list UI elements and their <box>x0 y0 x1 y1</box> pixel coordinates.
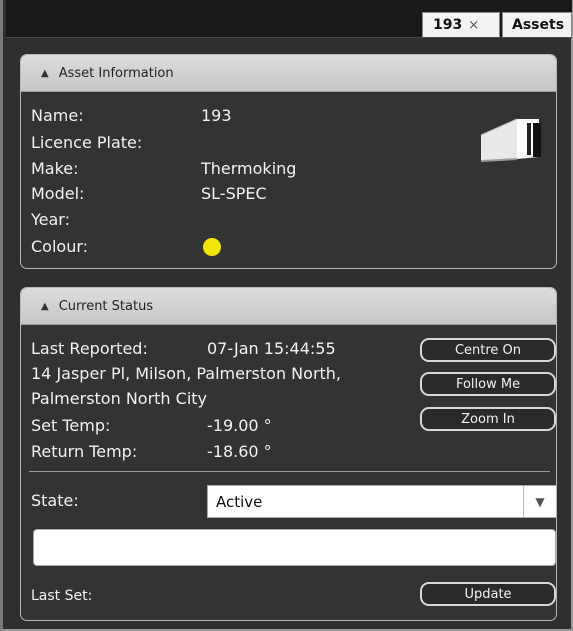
collapse-triangle-icon[interactable]: ▲ <box>41 301 49 312</box>
make-label: Make: <box>31 159 79 178</box>
return-temp-value: -18.60 ° <box>207 442 272 461</box>
set-temp-label: Set Temp: <box>31 416 111 435</box>
follow-me-button[interactable]: Follow Me <box>420 372 556 396</box>
colour-swatch <box>203 238 221 256</box>
asset-information-header[interactable]: ▲ Asset Information <box>21 55 556 92</box>
year-label: Year: <box>31 210 70 229</box>
state-label: State: <box>31 491 79 510</box>
return-temp-label: Return Temp: <box>31 442 138 461</box>
chevron-down-icon[interactable]: ▼ <box>523 486 556 517</box>
asset-information-title: Asset Information <box>58 65 174 81</box>
tab-bar: 193 × Assets <box>6 0 572 38</box>
make-value: Thermoking <box>201 159 297 178</box>
close-icon[interactable]: × <box>468 18 479 33</box>
current-status-title: Current Status <box>58 298 154 314</box>
last-reported-value: 07-Jan 15:44:55 <box>207 339 336 358</box>
address-line-2: Palmerston North City <box>31 389 208 408</box>
tab-193-label: 193 <box>433 17 463 33</box>
tab-193[interactable]: 193 × <box>422 12 500 37</box>
asset-detail-window: 193 × Assets ▲ Asset Information Name: 1… <box>0 0 573 631</box>
update-button[interactable]: Update <box>420 582 556 606</box>
model-value: SL-SPEC <box>201 184 267 203</box>
truck-icon <box>480 118 541 162</box>
name-value: 193 <box>201 106 232 125</box>
state-select[interactable]: Active ▼ <box>207 485 556 518</box>
collapse-triangle-icon[interactable]: ▲ <box>41 68 49 79</box>
set-temp-value: -19.00 ° <box>207 416 272 435</box>
tab-assets[interactable]: Assets <box>502 12 572 37</box>
tab-assets-label: Assets <box>512 17 565 33</box>
state-note-input[interactable] <box>33 529 556 566</box>
current-status-header[interactable]: ▲ Current Status <box>21 288 556 325</box>
centre-on-button[interactable]: Centre On <box>420 338 556 362</box>
zoom-in-button[interactable]: Zoom In <box>420 407 556 431</box>
status-divider <box>29 471 550 472</box>
model-label: Model: <box>31 184 85 203</box>
address-line-1: 14 Jasper Pl, Milson, Palmerston North, <box>31 364 342 383</box>
asset-information-panel: ▲ Asset Information Name: 193 Licence Pl… <box>20 54 557 269</box>
last-reported-label: Last Reported: <box>31 339 148 358</box>
licence-plate-label: Licence Plate: <box>31 133 143 152</box>
last-set-label: Last Set: <box>31 588 93 604</box>
name-label: Name: <box>31 106 84 125</box>
state-select-value: Active <box>216 492 263 511</box>
current-status-panel: ▲ Current Status Last Reported: 07-Jan 1… <box>20 287 557 621</box>
colour-label: Colour: <box>31 237 89 256</box>
